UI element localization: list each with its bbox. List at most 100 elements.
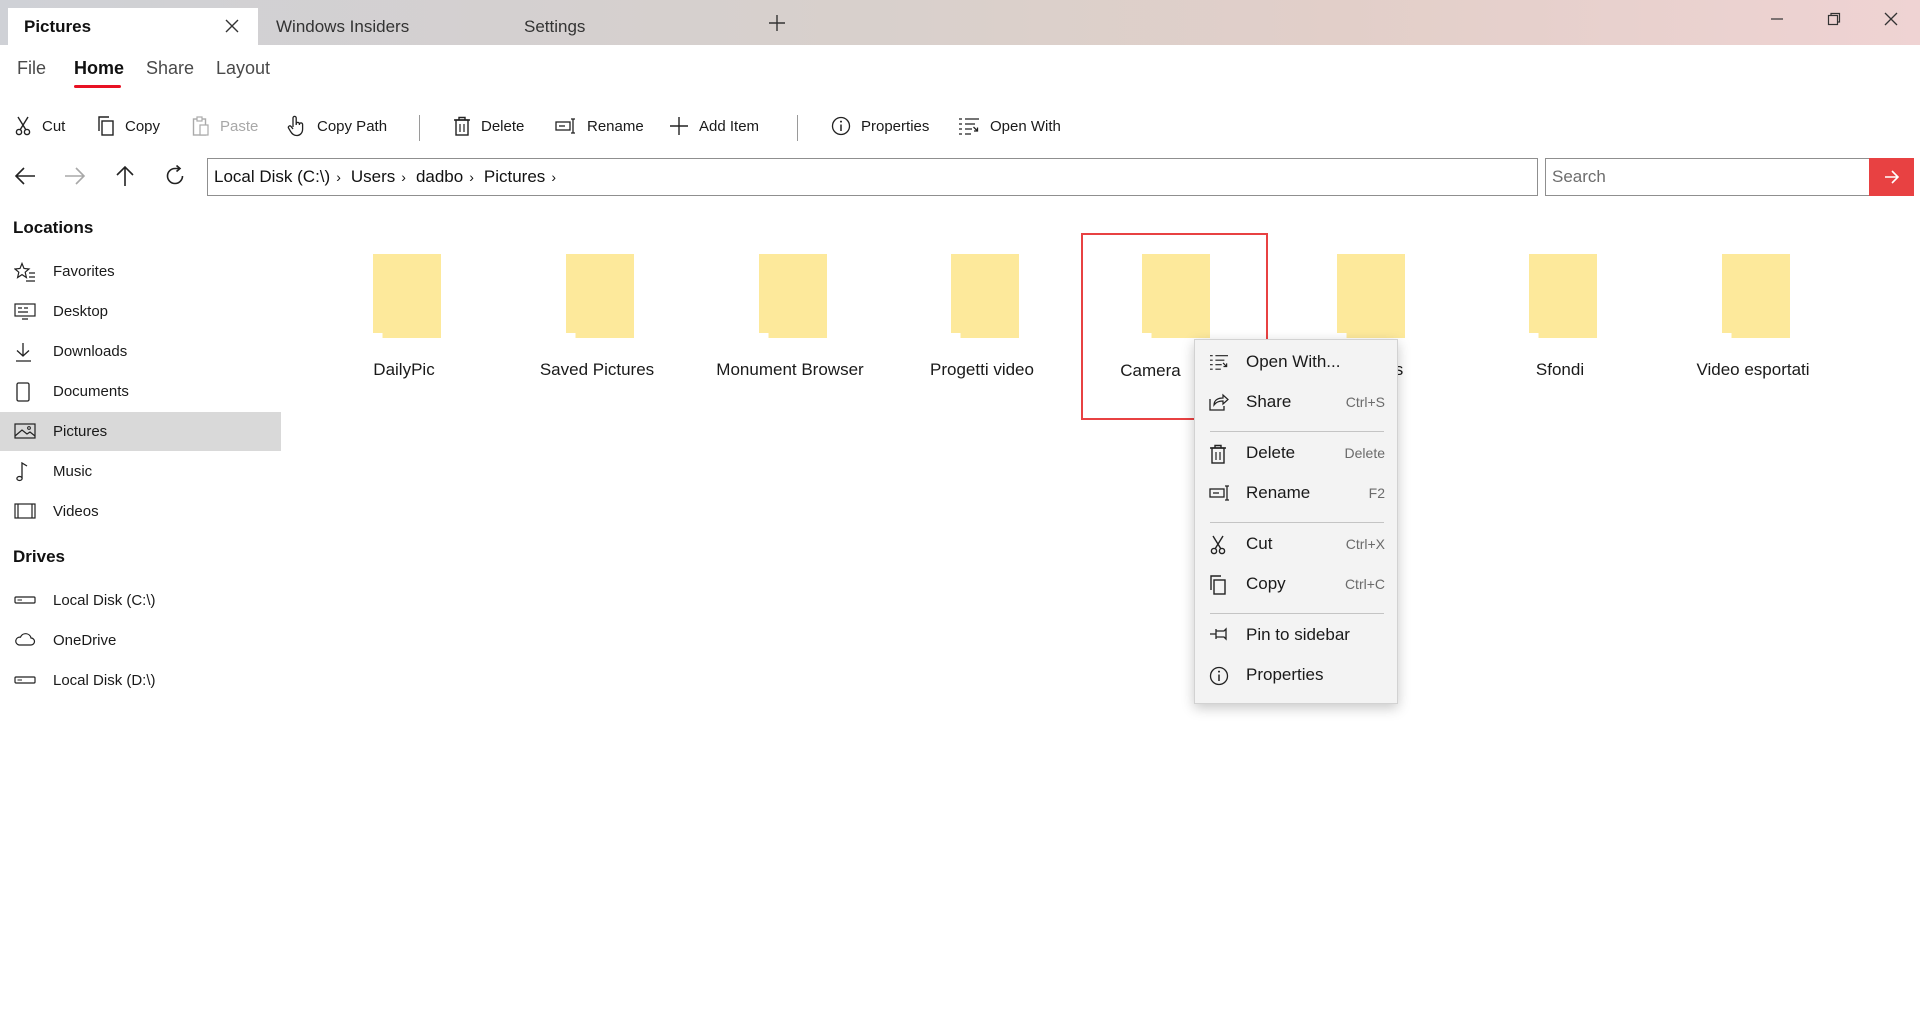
forward-arrow-icon[interactable] <box>64 165 86 187</box>
menu-item-delete[interactable]: Delete Delete <box>1195 436 1399 470</box>
tab-windows-insiders[interactable]: Windows Insiders <box>276 8 409 45</box>
tab-label: Pictures <box>24 16 92 36</box>
folder-icon <box>951 254 1019 338</box>
sidebar-item-label: Documents <box>53 383 129 400</box>
breadcrumb-local-disk[interactable]: Local Disk (C:\) › <box>214 167 341 187</box>
properties-label: Properties <box>861 117 930 135</box>
tab-pictures[interactable]: Pictures <box>8 8 258 45</box>
sidebar-item-music[interactable]: Music <box>0 452 281 491</box>
folder-item[interactable]: Saved Pictures <box>501 230 693 420</box>
sidebar-item-videos[interactable]: Videos <box>0 492 281 531</box>
folder-item[interactable]: Monument Browser <box>694 230 886 420</box>
open-with-button[interactable]: Open With <box>958 114 1061 138</box>
delete-label: Delete <box>481 117 525 135</box>
sidebar-item-local-disk-c[interactable]: Local Disk (C:\) <box>0 581 281 620</box>
open-with-icon <box>1209 353 1229 371</box>
ribbon-tab-file[interactable]: File <box>17 58 46 79</box>
drive-icon <box>14 671 36 689</box>
sidebar-item-onedrive[interactable]: OneDrive <box>0 621 281 660</box>
sidebar-item-local-disk-d[interactable]: Local Disk (D:\) <box>0 661 281 700</box>
sidebar-item-label: Music <box>53 463 93 480</box>
sidebar-item-downloads[interactable]: Downloads <box>0 332 281 371</box>
plus-icon <box>669 116 689 136</box>
menu-item-pin-to-sidebar[interactable]: Pin to sidebar <box>1195 618 1399 652</box>
folder-name: Monument Browser <box>716 360 864 379</box>
cut-label: Cut <box>42 117 66 135</box>
sidebar-item-desktop[interactable]: Desktop <box>0 292 281 331</box>
sidebar-item-favorites[interactable]: Favorites <box>0 252 281 291</box>
cut-button[interactable]: Cut <box>14 114 65 138</box>
menu-divider <box>1210 431 1384 432</box>
breadcrumb-label: Users <box>350 167 396 186</box>
folder-name: Progetti video <box>930 360 1034 379</box>
folder-item[interactable]: Sfondi <box>1464 230 1656 420</box>
menu-item-cut[interactable]: Cut Ctrl+X <box>1195 527 1399 561</box>
menu-item-open-with[interactable]: Open With... <box>1195 345 1399 379</box>
ribbon-tab-share[interactable]: Share <box>146 58 194 79</box>
sidebar-item-label: Pictures <box>53 423 108 440</box>
folder-item[interactable]: DailyPic <box>308 230 500 420</box>
folder-item[interactable]: Progetti video <box>886 230 1078 420</box>
drives-header: Drives <box>13 547 65 566</box>
new-tab-icon[interactable] <box>768 14 786 32</box>
toolbar-divider <box>797 115 798 141</box>
context-menu: Open With... Share Ctrl+S Delete Delete … <box>1194 339 1398 704</box>
copy-path-button[interactable]: Copy Path <box>287 114 387 138</box>
scissors-icon <box>1209 535 1227 555</box>
sidebar-item-label: Desktop <box>53 303 109 320</box>
copy-button[interactable]: Copy <box>97 114 160 138</box>
breadcrumb-dadbo[interactable]: dadbo › <box>416 167 474 187</box>
drive-icon <box>14 591 36 609</box>
sidebar-item-pictures[interactable]: Pictures <box>0 412 281 451</box>
sidebar-item-documents[interactable]: Documents <box>0 372 281 411</box>
folder-name: Saved Pictures <box>539 360 655 379</box>
menu-item-copy[interactable]: Copy Ctrl+C <box>1195 567 1399 601</box>
chevron-right-icon: › <box>469 169 474 185</box>
rename-button[interactable]: Rename <box>555 114 644 138</box>
ribbon-tab-layout[interactable]: Layout <box>216 58 270 79</box>
ribbon-tab-home[interactable]: Home <box>74 58 124 79</box>
shortcut-label: Ctrl+S <box>1345 394 1385 410</box>
shortcut-label: Ctrl+C <box>1344 576 1385 592</box>
minimize-icon[interactable] <box>1770 12 1784 26</box>
pin-icon <box>1209 626 1231 642</box>
add-item-button[interactable]: Add Item <box>669 114 759 138</box>
breadcrumb-users[interactable]: Users › <box>351 167 406 187</box>
restore-icon[interactable] <box>1827 12 1841 26</box>
folder-icon <box>1337 254 1405 338</box>
folder-icon <box>1142 254 1210 338</box>
paste-button[interactable]: Paste <box>192 114 258 138</box>
close-tab-icon[interactable] <box>224 18 240 34</box>
search-input[interactable]: Search <box>1545 158 1869 196</box>
rename-label: Rename <box>587 117 644 135</box>
add-item-label: Add Item <box>699 117 760 135</box>
tab-label: Settings <box>524 16 586 36</box>
film-icon <box>14 502 36 520</box>
back-arrow-icon[interactable] <box>14 165 36 187</box>
search-button[interactable] <box>1869 158 1914 196</box>
folder-name: Sfondi <box>1535 360 1585 379</box>
menu-item-label: Delete <box>1246 443 1296 462</box>
tab-label: Windows Insiders <box>276 16 410 36</box>
menu-item-label: Copy <box>1246 574 1286 593</box>
menu-item-share[interactable]: Share Ctrl+S <box>1195 385 1399 419</box>
folder-icon <box>759 254 827 338</box>
folder-name: Video esportati <box>1696 360 1810 379</box>
properties-button[interactable]: Properties <box>831 114 929 138</box>
sidebar-item-label: Videos <box>53 503 99 520</box>
breadcrumb-pictures[interactable]: Pictures › <box>484 167 556 187</box>
tab-settings[interactable]: Settings <box>524 8 585 45</box>
up-arrow-icon[interactable] <box>114 165 136 187</box>
copy-path-label: Copy Path <box>317 117 388 135</box>
menu-item-rename[interactable]: Rename F2 <box>1195 476 1399 510</box>
refresh-icon[interactable] <box>164 165 186 187</box>
menu-item-properties[interactable]: Properties <box>1195 658 1399 692</box>
folder-icon <box>1722 254 1790 338</box>
cloud-icon <box>14 631 36 649</box>
close-window-icon[interactable] <box>1884 12 1898 26</box>
folder-item[interactable]: Video esportati <box>1657 230 1849 420</box>
delete-button[interactable]: Delete <box>453 114 524 138</box>
menu-item-label: Rename <box>1246 483 1311 502</box>
address-bar[interactable]: Local Disk (C:\) › Users › dadbo › Pictures… <box>207 158 1538 196</box>
shortcut-label: F2 <box>1368 485 1385 501</box>
